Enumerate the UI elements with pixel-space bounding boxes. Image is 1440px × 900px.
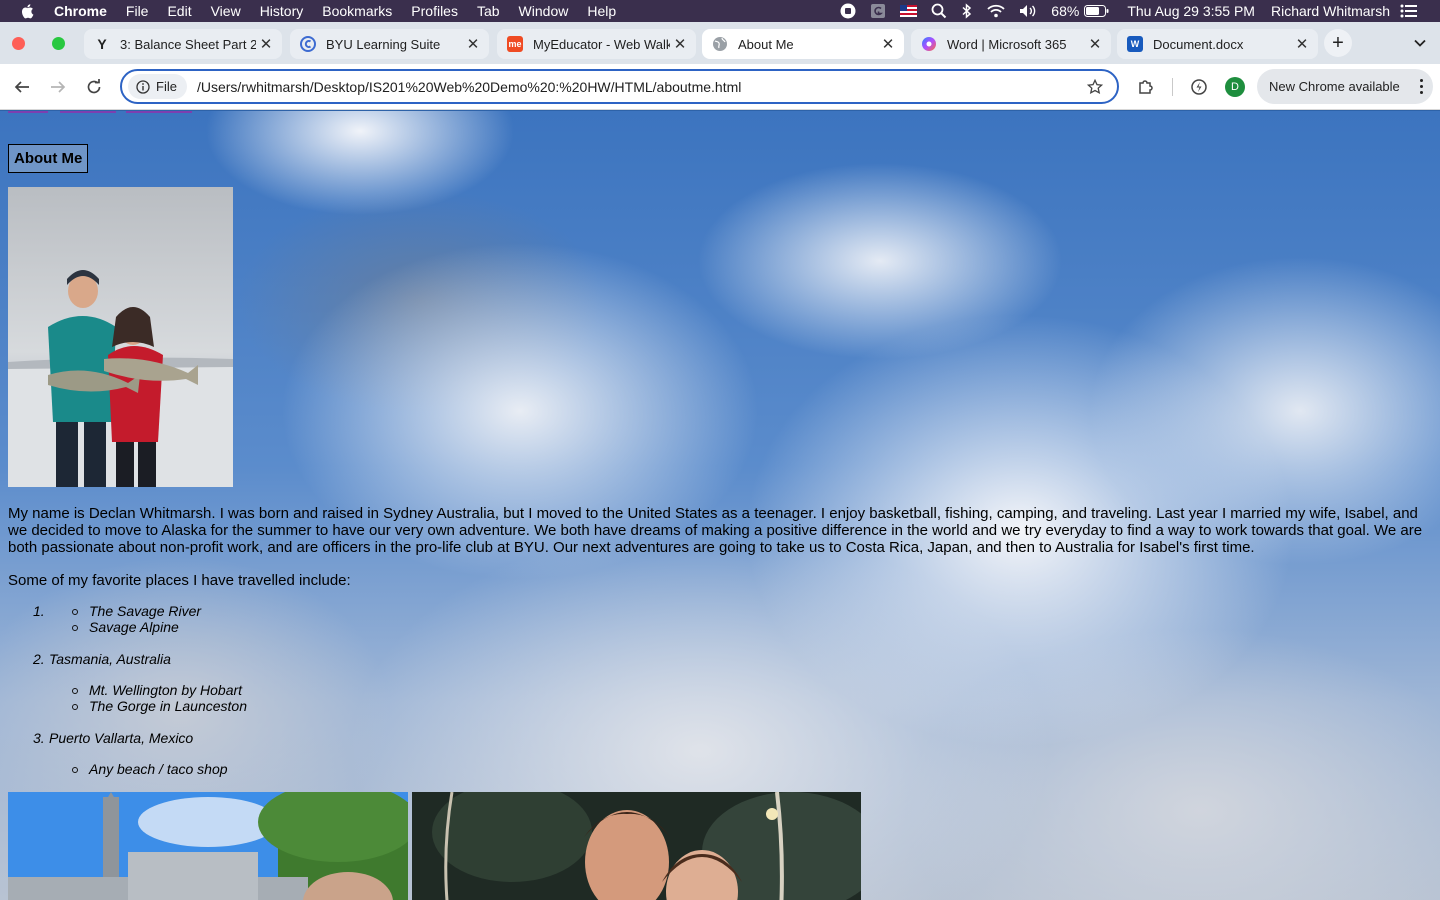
spotlight-search-icon[interactable] xyxy=(931,3,947,19)
scrolled-content-remnant xyxy=(126,111,192,113)
toolbar-divider xyxy=(1172,78,1173,96)
tab-word-m365[interactable]: Word | Microsoft 365 ✕ xyxy=(911,29,1111,59)
update-label: New Chrome available xyxy=(1269,79,1400,94)
tab-byu-learning-suite[interactable]: BYU Learning Suite ✕ xyxy=(290,29,489,59)
battery-icon[interactable] xyxy=(1084,5,1109,17)
list-item-number: 3. xyxy=(33,730,45,746)
menu-view[interactable]: View xyxy=(211,3,241,19)
list-item-number: 2. xyxy=(33,651,45,667)
volume-icon[interactable] xyxy=(1019,4,1039,18)
apple-icon[interactable] xyxy=(20,3,36,19)
menu-bookmarks[interactable]: Bookmarks xyxy=(322,3,392,19)
menubar-status-area: 68% Thu Aug 29 3:55 PM Richard Whitmarsh xyxy=(826,0,1440,22)
circle-bullet-icon xyxy=(72,688,78,694)
wifi-icon[interactable] xyxy=(987,4,1005,18)
page-heading: About Me xyxy=(8,144,89,173)
window-close-button[interactable] xyxy=(12,37,25,50)
circle-bullet-icon xyxy=(72,625,78,631)
places-intro: Some of my favorite places I have travel… xyxy=(8,572,351,589)
circle-bullet-icon xyxy=(72,767,78,773)
yahoo-icon: Y xyxy=(97,36,107,52)
tab-title: About Me xyxy=(738,36,794,52)
list-sub-item: Any beach / taco shop xyxy=(89,761,228,777)
page-viewport[interactable]: About Me My name is Declan Whitmarsh. I … xyxy=(0,111,1440,900)
address-bar[interactable]: File /Users/rwhitmarsh/Desktop/IS201%20W… xyxy=(120,69,1119,104)
circle-bullet-icon xyxy=(72,609,78,615)
menu-help[interactable]: Help xyxy=(587,3,616,19)
scrolled-content-remnant xyxy=(8,111,48,113)
tab-search-chevron-icon[interactable] xyxy=(1410,33,1430,53)
url-text[interactable]: /Users/rwhitmarsh/Desktop/IS201%20Web%20… xyxy=(197,79,741,95)
browser-tab-strip: Y 3: Balance Sheet Part 2 ✕ BYU Learning… xyxy=(0,22,1440,64)
circle-bullet-icon xyxy=(72,704,78,710)
myeducator-icon: me xyxy=(507,36,523,52)
profile-avatar[interactable]: D xyxy=(1225,77,1245,97)
close-tab-icon[interactable]: ✕ xyxy=(670,35,690,53)
bio-paragraph: My name is Declan Whitmarsh. I was born … xyxy=(8,505,1423,556)
performance-icon[interactable] xyxy=(1188,76,1210,98)
menubar-clock[interactable]: Thu Aug 29 3:55 PM xyxy=(1127,3,1255,19)
extensions-puzzle-icon[interactable] xyxy=(1135,76,1157,98)
copilot-icon xyxy=(921,36,937,52)
menubar-user[interactable]: Richard Whitmarsh xyxy=(1271,3,1390,19)
tab-title: 3: Balance Sheet Part 2 xyxy=(120,36,256,52)
close-tab-icon[interactable]: ✕ xyxy=(1085,35,1105,53)
list-sub-item: Savage Alpine xyxy=(89,619,179,635)
tab-title: MyEducator - Web Walk xyxy=(533,36,670,52)
list-item-number: 1. xyxy=(33,603,45,619)
macos-menu-bar: Chrome File Edit View History Bookmarks … xyxy=(0,0,1440,22)
menu-edit[interactable]: Edit xyxy=(167,3,191,19)
temple-photo xyxy=(8,792,408,900)
bookmark-star-icon[interactable] xyxy=(1087,79,1103,95)
site-info-label: File xyxy=(156,79,177,94)
globe-icon xyxy=(712,36,728,52)
learning-suite-icon xyxy=(300,36,316,52)
window-fullscreen-button[interactable] xyxy=(52,37,65,50)
back-arrow-icon[interactable] xyxy=(10,75,34,99)
us-flag-icon[interactable] xyxy=(900,5,918,17)
tab-about-me[interactable]: About Me ✕ xyxy=(702,29,904,59)
list-item-name: Tasmania, Australia xyxy=(49,651,171,667)
menu-profiles[interactable]: Profiles xyxy=(411,3,458,19)
tab-title: Word | Microsoft 365 xyxy=(947,36,1067,52)
menu-history[interactable]: History xyxy=(260,3,304,19)
more-menu-icon[interactable] xyxy=(1419,79,1423,94)
new-tab-button[interactable]: + xyxy=(1324,29,1352,57)
menu-app-name[interactable]: Chrome xyxy=(54,3,107,19)
word-icon: W xyxy=(1127,36,1143,52)
control-center-icon[interactable] xyxy=(1400,4,1418,18)
chrome-update-button[interactable]: New Chrome available xyxy=(1257,69,1433,104)
browser-toolbar: File /Users/rwhitmarsh/Desktop/IS201%20W… xyxy=(0,64,1440,110)
list-sub-item: The Savage River xyxy=(89,603,202,619)
list-item-name: Puerto Vallarta, Mexico xyxy=(49,730,194,746)
list-sub-item: The Gorge in Launceston xyxy=(89,698,247,714)
reload-icon[interactable] xyxy=(82,75,106,99)
profile-photo xyxy=(8,187,233,487)
close-tab-icon[interactable]: ✕ xyxy=(1292,35,1312,53)
tab-title: Document.docx xyxy=(1153,36,1244,52)
couple-photo xyxy=(412,792,861,900)
site-info-chip[interactable]: File xyxy=(128,74,187,99)
menu-tab[interactable]: Tab xyxy=(477,3,500,19)
scrolled-content-remnant xyxy=(60,111,116,113)
tab-myeducator[interactable]: me MyEducator - Web Walk ✕ xyxy=(497,29,696,59)
close-tab-icon[interactable]: ✕ xyxy=(463,35,483,53)
menu-window[interactable]: Window xyxy=(519,3,569,19)
battery-percent: 68% xyxy=(1051,3,1080,19)
menu-file[interactable]: File xyxy=(126,3,149,19)
tab-document-docx[interactable]: W Document.docx ✕ xyxy=(1117,29,1318,59)
forward-arrow-icon[interactable] xyxy=(46,75,70,99)
screen-record-icon[interactable] xyxy=(840,3,856,19)
tab-title: BYU Learning Suite xyxy=(326,36,441,52)
grammarly-icon[interactable] xyxy=(870,3,886,19)
tab-balance-sheet[interactable]: Y 3: Balance Sheet Part 2 ✕ xyxy=(84,29,282,59)
close-tab-icon[interactable]: ✕ xyxy=(878,35,898,53)
bluetooth-icon[interactable] xyxy=(961,3,973,19)
list-sub-item: Mt. Wellington by Hobart xyxy=(89,682,243,698)
info-icon xyxy=(136,79,150,94)
close-tab-icon[interactable]: ✕ xyxy=(256,35,276,53)
